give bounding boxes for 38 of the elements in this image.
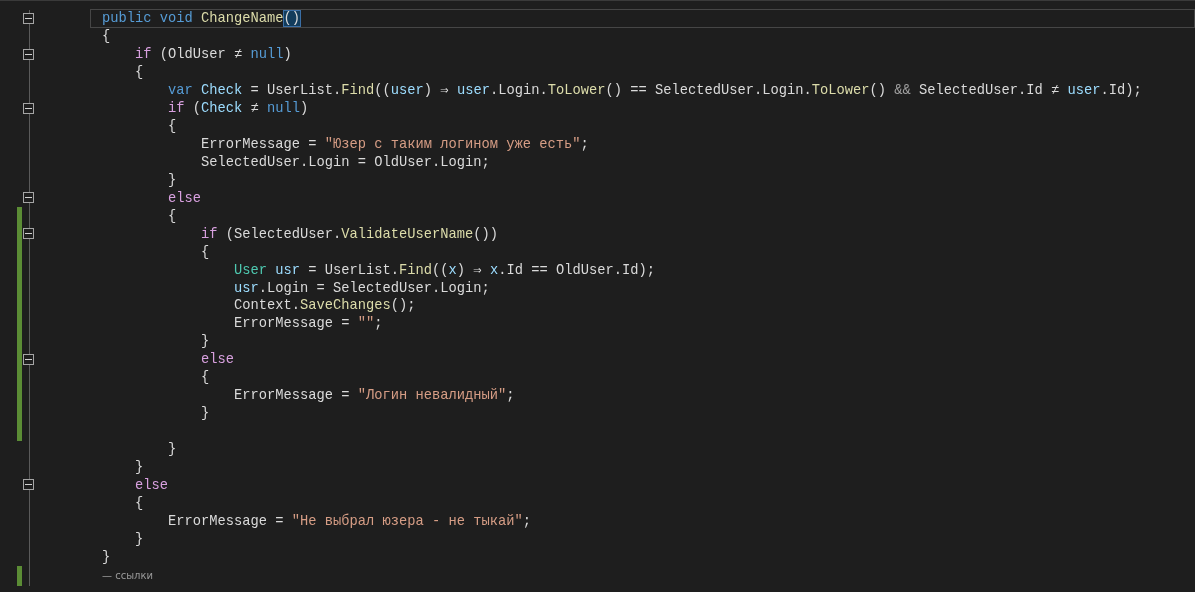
code-line: usr.Login = SelectedUser.Login; [234, 279, 490, 297]
code-line: { [168, 118, 177, 136]
collapse-icon[interactable] [23, 48, 34, 60]
code-line: SelectedUser.Login = OldUser.Login; [201, 153, 490, 171]
code-line: } [135, 458, 144, 476]
code-line: User usr = UserList.Find((x) ⇒ x.Id == OldUser.Id); [234, 261, 655, 279]
collapse-icon[interactable] [23, 353, 34, 365]
code-line: ErrorMessage = "Логин невалидный"; [234, 387, 515, 405]
collapse-icon[interactable] [23, 479, 34, 491]
code-line: } [201, 405, 210, 423]
code-line: { [102, 28, 111, 46]
code-line: else [135, 476, 168, 494]
code-line: } [102, 548, 111, 566]
code-line: { [201, 243, 210, 261]
code-line: if (Check ≠ null) [168, 100, 309, 118]
reference-count-link[interactable]: — ссылки [102, 569, 153, 584]
code-line: } [135, 530, 144, 548]
collapse-icon[interactable] [23, 12, 34, 24]
code-line: { [135, 64, 144, 82]
code-line: ErrorMessage = "Не выбрал юзера - не тыкай"; [168, 512, 532, 530]
code-line: else [168, 189, 201, 207]
code-line: { [135, 494, 144, 512]
code-line: var Check = UserList.Find((user) ⇒ user.Login.ToLower() == SelectedUser.Login.ToLower() && SelectedUser.Id ≠ user.Id); [168, 82, 1142, 100]
code-line: } [201, 333, 210, 351]
code-line: if (SelectedUser.ValidateUserName()) [201, 225, 499, 243]
code-line: } [168, 440, 177, 458]
code-line: ErrorMessage = "Юзер с таким логином уже есть"; [201, 136, 589, 154]
code-line: Context.SaveChanges(); [234, 297, 416, 315]
code-line: { [168, 207, 177, 225]
code-line: } [168, 171, 177, 189]
code-line: { [201, 369, 210, 387]
collapse-icon[interactable] [23, 228, 34, 240]
collapse-icon[interactable] [23, 192, 34, 204]
code-line: else [201, 351, 234, 369]
code-line: ErrorMessage = ""; [234, 315, 383, 333]
collapse-icon[interactable] [23, 102, 34, 114]
code-line: if (OldUser ≠ null) [135, 46, 292, 64]
code-line: public void ChangeName() [102, 10, 301, 28]
